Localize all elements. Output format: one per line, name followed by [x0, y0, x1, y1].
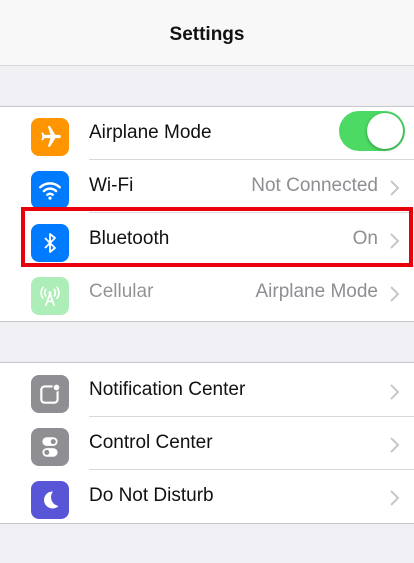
do-not-disturb-label: Do Not Disturb: [89, 485, 214, 506]
chevron-right-icon: [390, 490, 400, 506]
navigation-bar: Settings: [0, 0, 414, 66]
chevron-right-icon: [390, 286, 400, 302]
wifi-status-value: Not Connected: [251, 175, 378, 196]
chevron-right-icon: [390, 384, 400, 400]
cellular-antenna-icon: [31, 277, 69, 315]
wifi-row[interactable]: Wi-Fi Not Connected: [0, 160, 414, 213]
settings-group-system: Notification Center Control Center Do No…: [0, 362, 414, 524]
moon-icon: [31, 481, 69, 519]
cellular-row: Cellular Airplane Mode: [0, 266, 414, 319]
notification-center-icon: [31, 375, 69, 413]
page-title: Settings: [169, 24, 245, 45]
bluetooth-highlight-box: [21, 207, 413, 267]
chevron-right-icon: [390, 437, 400, 453]
wifi-label: Wi-Fi: [89, 175, 134, 196]
chevron-right-icon: [390, 180, 400, 196]
cellular-label: Cellular: [89, 281, 154, 302]
cellular-status-value: Airplane Mode: [255, 281, 378, 302]
control-center-row[interactable]: Control Center: [0, 417, 414, 470]
notification-center-label: Notification Center: [89, 379, 246, 400]
notification-center-row[interactable]: Notification Center: [0, 364, 414, 417]
airplane-mode-toggle[interactable]: [339, 111, 405, 151]
airplane-icon: [31, 118, 69, 156]
airplane-mode-label: Airplane Mode: [89, 122, 212, 143]
toggle-knob: [367, 113, 403, 149]
wifi-icon: [31, 171, 69, 209]
control-center-icon: [31, 428, 69, 466]
do-not-disturb-row[interactable]: Do Not Disturb: [0, 470, 414, 523]
control-center-label: Control Center: [89, 432, 213, 453]
